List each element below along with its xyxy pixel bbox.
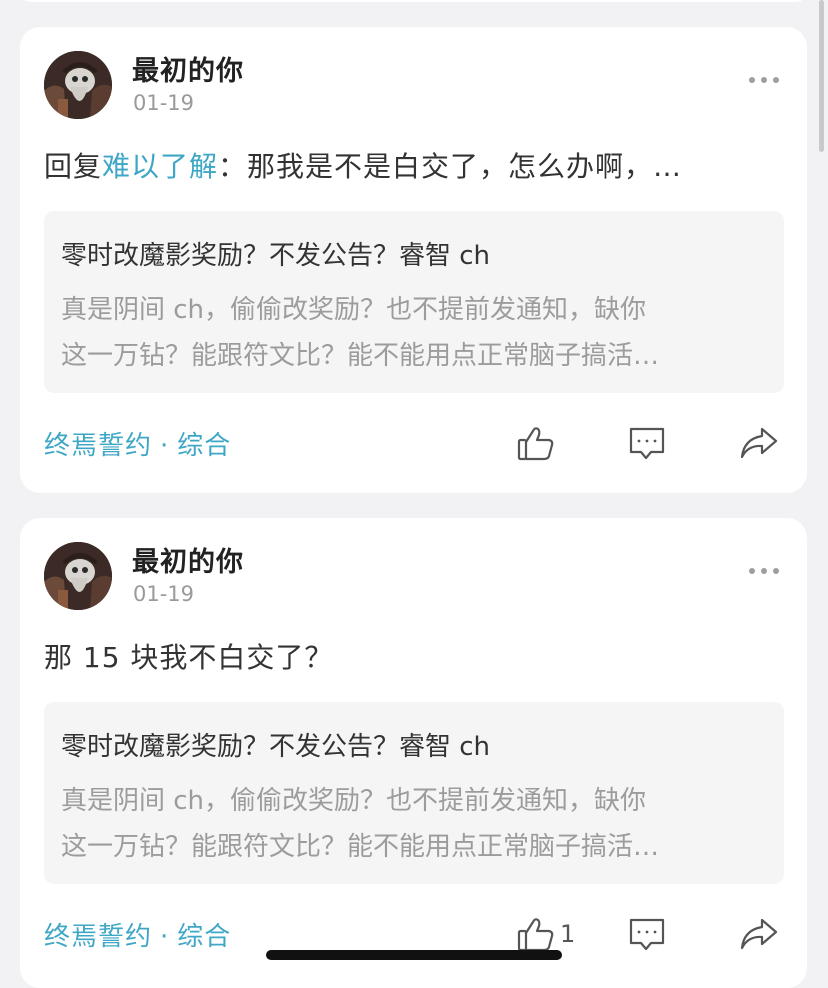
more-button[interactable] (749, 564, 779, 578)
home-indicator[interactable] (266, 950, 562, 960)
quote-line: 真是阴间 ch，偷偷改奖励？也不提前发通知，缺你 (61, 786, 647, 816)
reply-prefix: 回复 (44, 150, 103, 183)
share-icon (740, 918, 778, 950)
topic-category: 综合 (177, 922, 232, 952)
quote-body: 真是阴间 ch，偷偷改奖励？也不提前发通知，缺你 这一万钻？能跟符文比？能不能用… (61, 778, 767, 870)
avatar[interactable] (44, 51, 112, 119)
share-button[interactable] (738, 423, 780, 467)
post-card[interactable]: 最初的你 01-19 回复难以了解：那我是不是白交了，怎么办啊，… 零时改魔影奖… (20, 27, 807, 493)
quote-title: 零时改魔影奖励？不发公告？睿智 ch (61, 732, 491, 762)
post-date: 01-19 (133, 91, 195, 115)
quote-title: 零时改魔影奖励？不发公告？睿智 ch (61, 241, 491, 271)
username[interactable]: 最初的你 (132, 49, 244, 88)
quoted-post[interactable]: 零时改魔影奖励？不发公告？睿智 ch 真是阴间 ch，偷偷改奖励？也不提前发通知… (44, 702, 784, 884)
thumbs-up-icon (517, 427, 554, 461)
post-text: 那 15 块我不白交了？ (44, 641, 334, 674)
previous-card-edge (20, 0, 807, 2)
topic-tag[interactable]: 终焉誓约 · 综合 (44, 916, 231, 953)
comment-button[interactable] (628, 423, 666, 467)
share-icon (740, 427, 778, 459)
thumbs-up-icon (517, 918, 554, 952)
comment-icon (629, 918, 665, 951)
like-button[interactable] (516, 423, 560, 463)
topic-separator: · (160, 922, 170, 952)
comment-button[interactable] (628, 914, 666, 958)
quote-body: 真是阴间 ch，偷偷改奖励？也不提前发通知，缺你 这一万钻？能跟符文比？能不能用… (61, 287, 767, 379)
username[interactable]: 最初的你 (132, 540, 244, 579)
quoted-post[interactable]: 零时改魔影奖励？不发公告？睿智 ch 真是阴间 ch，偷偷改奖励？也不提前发通知… (44, 211, 784, 393)
like-count: 1 (560, 920, 576, 948)
post-text: ：那我是不是白交了，怎么办啊，… (218, 150, 683, 183)
scrollbar[interactable] (819, 0, 824, 152)
topic-separator: · (160, 431, 170, 461)
topic-tag[interactable]: 终焉誓约 · 综合 (44, 425, 231, 462)
quote-line: 真是阴间 ch，偷偷改奖励？也不提前发通知，缺你 (61, 295, 647, 325)
quote-line: 这一万钻？能跟符文比？能不能用点正常脑子搞活… (61, 832, 660, 862)
comment-icon (629, 427, 665, 460)
more-horizontal-icon (749, 568, 755, 574)
post-content[interactable]: 回复难以了解：那我是不是白交了，怎么办啊，… (44, 145, 777, 185)
post-date: 01-19 (133, 582, 195, 606)
more-button[interactable] (749, 73, 779, 87)
topic-category: 综合 (177, 431, 232, 461)
post-content[interactable]: 那 15 块我不白交了？ (44, 636, 777, 676)
more-horizontal-icon (749, 77, 755, 83)
avatar[interactable] (44, 542, 112, 610)
mention-link[interactable]: 难以了解 (102, 150, 218, 183)
share-button[interactable] (738, 914, 780, 958)
quote-line: 这一万钻？能跟符文比？能不能用点正常脑子搞活… (61, 341, 660, 371)
topic-author: 终焉誓约 (44, 431, 153, 461)
like-button[interactable]: 1 (516, 914, 575, 954)
topic-author: 终焉誓约 (44, 922, 153, 952)
post-footer: 终焉誓约 · 综合 (44, 425, 781, 465)
post-card[interactable]: 最初的你 01-19 那 15 块我不白交了？ 零时改魔影奖励？不发公告？睿智 … (20, 518, 807, 988)
